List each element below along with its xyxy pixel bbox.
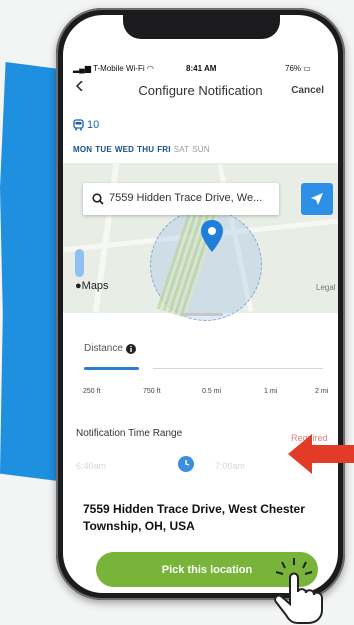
distance-tick[interactable]: 750 ft [143, 388, 161, 395]
header: Configure Notification Cancel [63, 77, 338, 107]
distance-tick[interactable]: 1 mi [264, 388, 277, 395]
wifi-icon: ◠ [146, 64, 154, 73]
maps-logo: ●Maps [75, 280, 109, 292]
day-fri[interactable]: FRI [157, 145, 171, 154]
location-pin-icon [201, 220, 223, 252]
info-icon[interactable] [125, 343, 136, 354]
end-time-field[interactable]: 7:00am [215, 461, 245, 471]
day-tue[interactable]: TUE [95, 145, 112, 154]
search-input[interactable]: 7559 Hidden Trace Drive, We... [109, 192, 275, 204]
day-mon[interactable]: MON [73, 145, 92, 154]
current-location-button[interactable] [301, 183, 333, 215]
distance-label: Distance [84, 343, 123, 354]
route-number: 10 [87, 119, 100, 131]
distance-slider-active[interactable] [84, 367, 139, 370]
day-selector: MON TUE WED THU FRI SAT SUN [73, 145, 213, 154]
navigation-arrow-icon [311, 193, 323, 205]
sheet-drag-handle[interactable] [181, 313, 223, 316]
day-wed[interactable]: WED [115, 145, 134, 154]
apple-logo-icon: ● [75, 280, 82, 292]
battery-status: 76% ▭ [285, 64, 311, 73]
phone-frame: ▂▄▆ T-Mobile Wi-Fi ◠ 8:41 AM 76% ▭ Confi… [56, 8, 345, 600]
tap-hand-icon [274, 558, 323, 624]
phone-notch [123, 15, 280, 39]
address-search-field[interactable]: 7559 Hidden Trace Drive, We... [83, 183, 279, 215]
distance-slider-track[interactable] [153, 368, 323, 369]
cancel-button[interactable]: Cancel [291, 85, 324, 96]
phone-screen: ▂▄▆ T-Mobile Wi-Fi ◠ 8:41 AM 76% ▭ Confi… [63, 15, 338, 593]
map-water [75, 249, 84, 277]
distance-tick[interactable]: 0.5 mi [202, 388, 221, 395]
clock-icon [178, 456, 194, 472]
search-icon [92, 193, 104, 205]
bus-icon [73, 119, 84, 131]
day-thu[interactable]: THU [137, 145, 154, 154]
signal-icon: ▂▄▆ [73, 64, 91, 73]
start-time-field[interactable]: 6:40am [76, 461, 106, 471]
legal-link[interactable]: Legal [316, 283, 336, 292]
selected-address: 7559 Hidden Trace Drive, West Chester To… [83, 502, 305, 534]
distance-label-row: Distance [84, 343, 136, 354]
carrier-label: ▂▄▆ T-Mobile Wi-Fi ◠ [73, 64, 154, 73]
time-range-label: Notification Time Range [76, 428, 183, 439]
day-sun[interactable]: SUN [192, 145, 210, 154]
day-sat[interactable]: SAT [174, 145, 190, 154]
distance-tick[interactable]: 250 ft [83, 388, 101, 395]
distance-tick[interactable]: 2 mi [315, 388, 328, 395]
route-indicator: 10 [73, 119, 99, 131]
red-arrow-icon [288, 434, 354, 474]
status-time: 8:41 AM [186, 64, 217, 73]
battery-icon: ▭ [303, 64, 311, 73]
